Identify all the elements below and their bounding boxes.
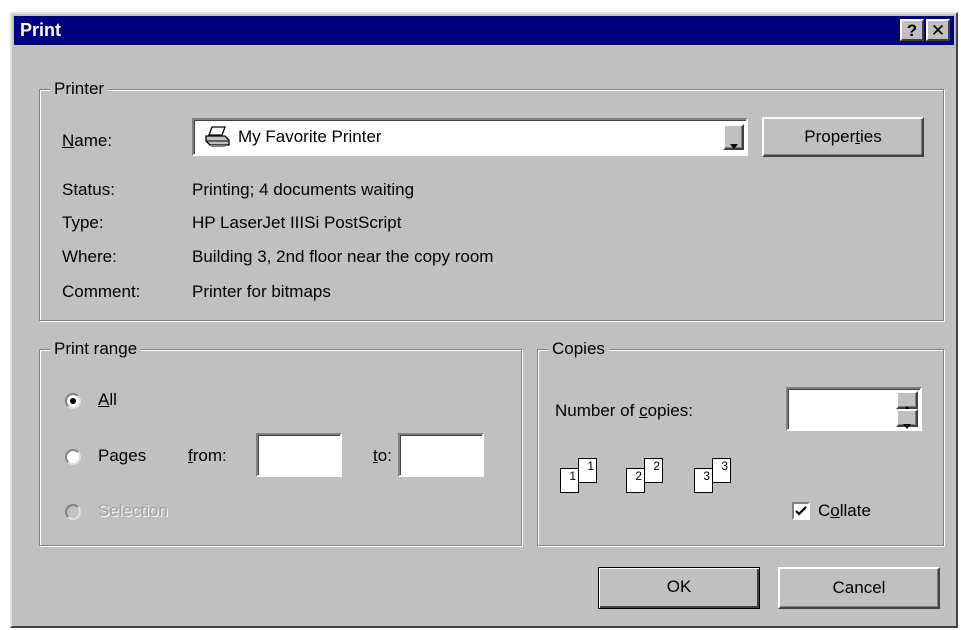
collate-page: 2 — [626, 468, 645, 493]
printer-name-dropdown[interactable]: My Favorite Printer — [192, 118, 748, 156]
checkmark-icon — [795, 506, 807, 516]
radio-all[interactable] — [65, 393, 81, 409]
dropdown-arrow-button[interactable] — [723, 124, 744, 150]
number-of-copies-label: Number of copies: — [555, 401, 693, 420]
printer-group-label: Printer — [50, 79, 109, 99]
copies-spinner[interactable] — [786, 387, 922, 431]
radio-selection-label[interactable]: Selection — [98, 501, 168, 521]
status-label: Status: — [62, 180, 115, 199]
from-page-input[interactable] — [256, 433, 342, 477]
radio-pages[interactable] — [65, 449, 81, 465]
copies-group: Copies Number of copies: 1 1 2 2 3 3 Col… — [537, 339, 944, 546]
help-icon: ? — [906, 21, 918, 40]
to-page-input[interactable] — [398, 433, 484, 477]
type-value: HP LaserJet IIISi PostScript — [192, 213, 402, 232]
collate-page: 3 — [712, 458, 731, 483]
help-button[interactable]: ? — [900, 19, 924, 41]
collate-page: 1 — [578, 458, 597, 483]
spin-down-button[interactable] — [896, 409, 918, 429]
window-title: Print — [20, 20, 62, 40]
dropdown-arrow-icon — [730, 135, 739, 155]
copies-group-label: Copies — [548, 339, 609, 359]
collate-checkbox[interactable] — [792, 502, 810, 520]
collate-page: 2 — [644, 458, 663, 483]
printer-group: Printer Name: My Favorite Printer Proper… — [39, 79, 944, 321]
where-label: Where: — [62, 247, 117, 266]
print-dialog: Print ? ✕ Printer Name: My Favorite Prin… — [10, 12, 958, 628]
print-range-group: Print range All Pages from: to: Selectio… — [39, 339, 522, 546]
comment-label: Comment: — [62, 282, 141, 301]
spin-up-button[interactable] — [896, 391, 918, 411]
cancel-button[interactable]: Cancel — [778, 567, 940, 609]
to-label: to: — [373, 446, 392, 465]
collate-page: 1 — [560, 468, 579, 493]
radio-all-label[interactable]: All — [98, 390, 117, 410]
radio-pages-label[interactable]: Pages — [98, 446, 146, 466]
where-value: Building 3, 2nd floor near the copy room — [192, 247, 494, 266]
properties-button[interactable]: Properties — [762, 117, 924, 157]
printer-icon — [203, 125, 231, 154]
title-bar[interactable]: Print ? ✕ — [14, 16, 954, 45]
name-label: Name: — [62, 131, 113, 150]
status-value: Printing; 4 documents waiting — [192, 180, 415, 199]
print-range-group-label: Print range — [50, 339, 142, 359]
collate-label[interactable]: Collate — [818, 501, 871, 521]
close-button[interactable]: ✕ — [926, 19, 950, 41]
from-label: from: — [188, 446, 227, 465]
radio-selection[interactable] — [65, 504, 81, 520]
type-label: Type: — [62, 213, 104, 232]
selected-printer-value: My Favorite Printer — [238, 127, 382, 146]
ok-button[interactable]: OK — [598, 567, 760, 609]
collate-illustration: 1 1 2 2 3 3 — [560, 458, 760, 518]
radio-selected-dot — [70, 398, 76, 404]
close-icon: ✕ — [930, 21, 946, 40]
spin-down-icon — [903, 415, 912, 435]
collate-page: 3 — [694, 468, 713, 493]
comment-value: Printer for bitmaps — [192, 282, 331, 301]
